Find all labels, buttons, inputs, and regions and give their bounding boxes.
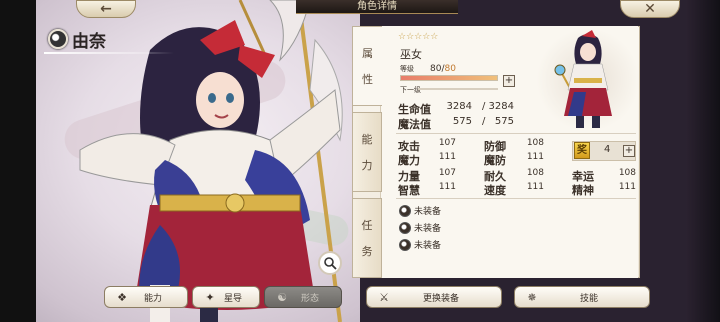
hp-max: 3284 — [488, 101, 514, 112]
level-value: 80/80 — [430, 64, 456, 74]
skill-point-value: 4 — [604, 144, 611, 155]
equipment-slot-icon — [399, 221, 411, 234]
level-label: 等级 — [400, 65, 414, 73]
game-screen: 由奈 ← 角色详情 ✕ 属 性 能 力 任 务 ☆☆☆☆☆ 巫女 等级 80/8… — [0, 0, 720, 322]
equipment-slot-label: 未装备 — [414, 241, 442, 251]
tab-attribute-char2: 性 — [362, 73, 373, 86]
plus-icon: + — [624, 145, 634, 156]
tab-attribute-char1: 属 — [362, 47, 373, 60]
stat-value: 111 — [618, 182, 636, 192]
next-level-label: 下一级 — [400, 86, 421, 94]
form-icon: ☯ — [277, 290, 287, 304]
stat-value: 108 — [618, 168, 636, 178]
stat-value: 111 — [438, 182, 456, 192]
plus-icon: + — [504, 75, 514, 86]
skill-point-add-button[interactable]: + — [623, 145, 635, 157]
character-name-badge: 由奈 — [48, 28, 106, 52]
mp-max: 575 — [494, 116, 514, 127]
star-guide-button[interactable]: ✦ 星导 — [192, 286, 260, 308]
equipment-slot-label: 未装备 — [414, 207, 442, 217]
stat-label: 魔防 — [484, 154, 506, 167]
tab-quest-char1: 任 — [361, 219, 373, 232]
stat-value: 108 — [526, 168, 544, 178]
yin-yang-icon — [48, 29, 68, 49]
equipment-slot-icon — [399, 238, 411, 251]
job-class: 巫女 — [400, 48, 422, 61]
form-button-label: 形态 — [300, 293, 319, 304]
stat-label: 智慧 — [398, 184, 420, 197]
level-bar — [400, 75, 498, 81]
character-portrait — [554, 30, 612, 128]
grid-icon: ❖ — [117, 290, 127, 304]
next-level-bar — [418, 88, 498, 90]
close-button[interactable]: ✕ — [620, 0, 680, 18]
arrow-left-icon: ← — [100, 1, 112, 17]
equipment-slot-label: 未装备 — [414, 224, 442, 234]
sparkle-icon: ✵ — [527, 290, 537, 304]
mp-current: 575 — [452, 116, 472, 127]
rarity-stars: ☆☆☆☆☆ — [398, 32, 439, 42]
level-max: 80 — [444, 64, 456, 74]
ability-button-label: 能力 — [143, 293, 162, 304]
tab-ability[interactable]: 能 力 — [352, 112, 382, 192]
stat-label: 精神 — [572, 184, 594, 197]
page-title: 角色详情 — [296, 0, 458, 14]
change-equipment-button[interactable]: ⚔ 更换装备 — [366, 286, 502, 308]
zoom-button[interactable] — [318, 251, 342, 275]
character-name: 由奈 — [72, 31, 106, 52]
tab-attribute[interactable]: 属 性 — [352, 26, 382, 106]
stat-label: 速度 — [484, 184, 506, 197]
tab-quest[interactable]: 任 务 — [352, 198, 382, 278]
star-guide-button-label: 星导 — [223, 293, 242, 304]
close-x-icon: ✕ — [644, 1, 656, 17]
change-equipment-button-label: 更换装备 — [422, 293, 459, 304]
stat-value: 108 — [526, 138, 544, 148]
level-current: 80 — [430, 64, 442, 74]
left-screen-frame — [0, 0, 36, 322]
tab-ability-char1: 能 — [361, 133, 373, 146]
stat-value: 111 — [526, 152, 544, 162]
star-guide-icon: ✦ — [205, 290, 215, 304]
right-screen-frame — [686, 0, 720, 322]
magnifier-icon — [324, 257, 337, 270]
skill-button[interactable]: ✵ 技能 — [514, 286, 650, 308]
sword-icon: ⚔ — [379, 290, 389, 304]
tab-quest-char2: 务 — [361, 245, 373, 258]
divider — [396, 133, 636, 134]
stat-value: 107 — [438, 138, 456, 148]
divider — [396, 198, 636, 199]
skill-point-icon: 奖 — [574, 142, 590, 159]
name-underline — [44, 52, 174, 54]
equipment-slot[interactable]: 未装备 — [399, 238, 441, 251]
equipment-slot-icon — [399, 204, 411, 217]
skill-button-label: 技能 — [579, 293, 598, 304]
level-up-button[interactable]: + — [503, 75, 515, 87]
equipment-slot[interactable]: 未装备 — [399, 204, 441, 217]
equipment-slot[interactable]: 未装备 — [399, 221, 441, 234]
ability-button[interactable]: ❖ 能力 — [104, 286, 188, 308]
stat-value: 107 — [438, 168, 456, 178]
form-button[interactable]: ☯ 形态 — [264, 286, 342, 308]
level-bar-fill — [401, 76, 497, 80]
stat-value: 111 — [438, 152, 456, 162]
tab-ability-char2: 力 — [361, 159, 373, 172]
back-button[interactable]: ← — [76, 0, 136, 18]
hp-current: 3284 — [446, 101, 472, 112]
stat-label: 魔力 — [398, 154, 420, 167]
stat-value: 111 — [526, 182, 544, 192]
